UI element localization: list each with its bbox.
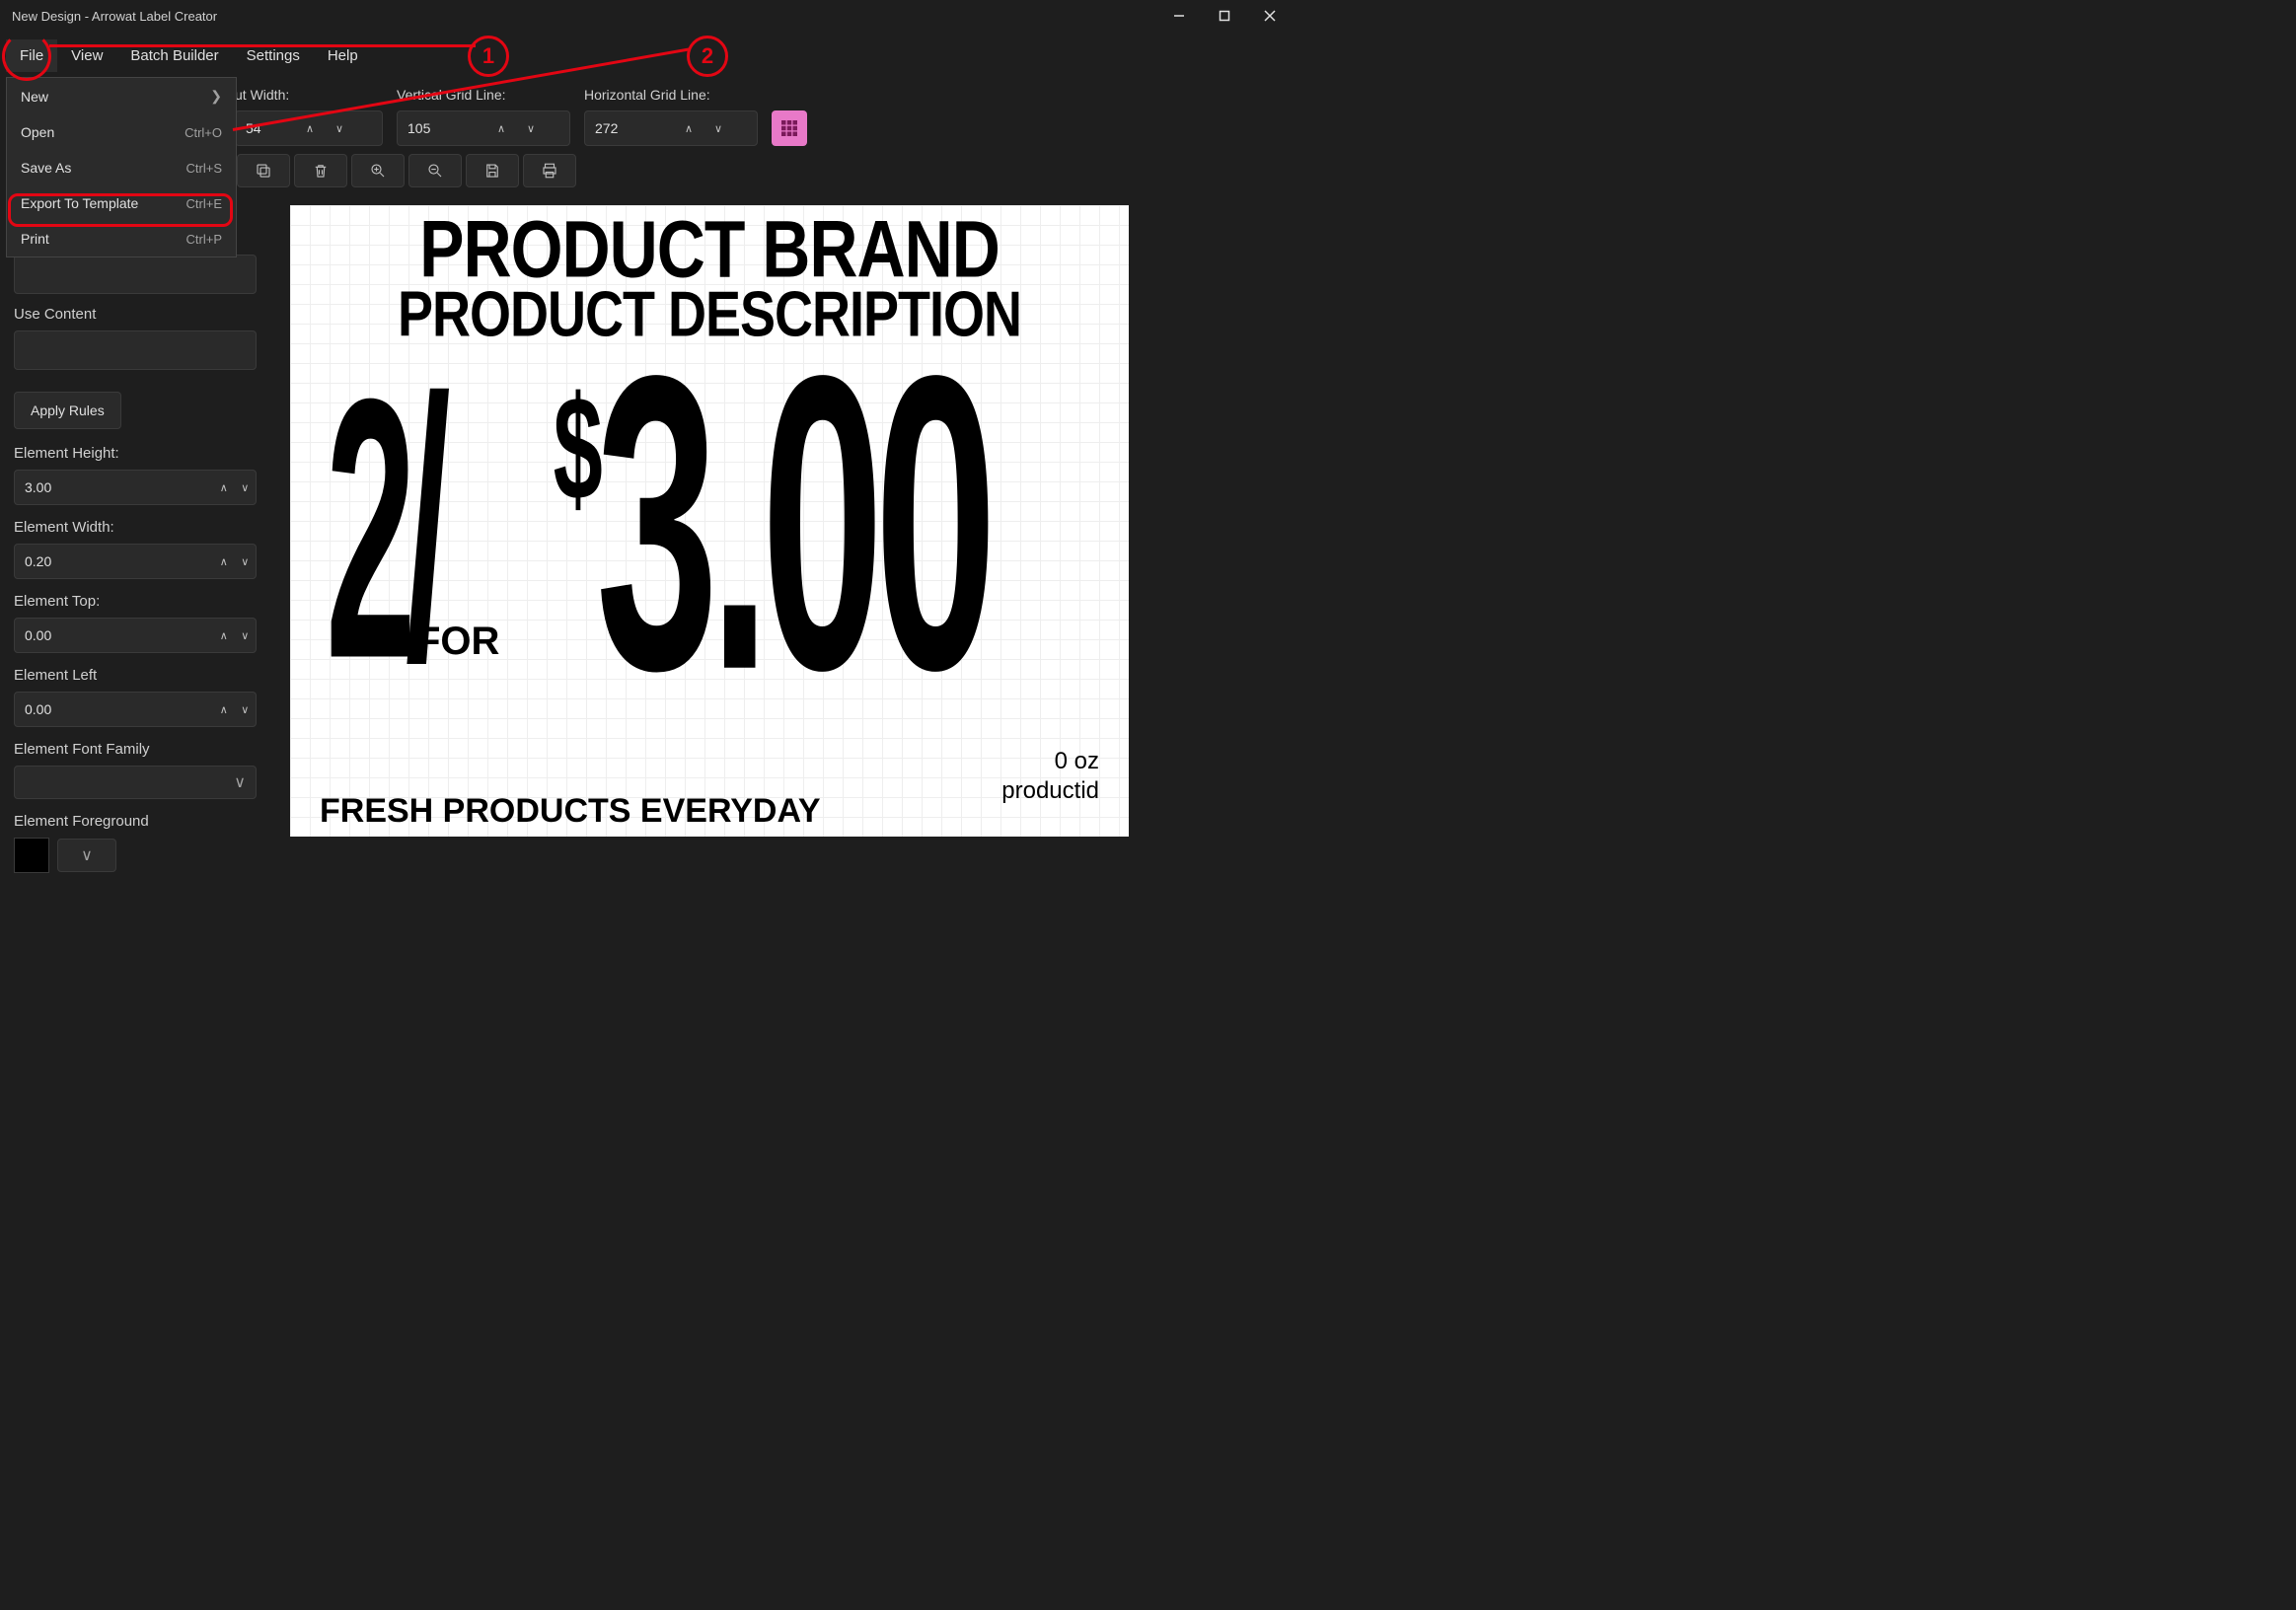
apply-rules-button[interactable]: Apply Rules <box>14 392 121 429</box>
spinner-up-icon[interactable]: ∧ <box>213 693 235 726</box>
element-top-label: Element Top: <box>14 593 257 610</box>
label-price[interactable]: 3.00 <box>596 314 988 733</box>
zoom-in-icon <box>369 162 387 180</box>
menu-settings[interactable]: Settings <box>233 39 314 72</box>
label-size[interactable]: 0 oz <box>1055 748 1099 775</box>
hgrid-input[interactable] <box>585 111 674 145</box>
file-menu-save-as[interactable]: Save As Ctrl+S <box>7 150 236 185</box>
color-dropdown[interactable]: ∨ <box>57 839 116 872</box>
menu-file[interactable]: File <box>6 39 57 72</box>
element-width-input[interactable] <box>15 553 213 569</box>
zoom-out-icon <box>426 162 444 180</box>
menu-label: Open <box>21 124 54 140</box>
label-canvas[interactable]: PRODUCT BRAND PRODUCT DESCRIPTION 2/ FOR… <box>290 205 1129 837</box>
element-height-label: Element Height: <box>14 445 257 462</box>
menubar: File View Batch Builder Settings Help <box>0 32 1293 79</box>
spinner-up-icon[interactable]: ∧ <box>213 619 235 652</box>
element-fg-label: Element Foreground <box>14 813 257 830</box>
file-menu-print[interactable]: Print Ctrl+P <box>7 221 236 256</box>
file-menu-export-template[interactable]: Export To Template Ctrl+E <box>7 185 236 221</box>
element-fg-picker[interactable]: ∨ <box>14 838 257 873</box>
spinner-down-icon[interactable]: ∨ <box>235 619 257 652</box>
use-content-input[interactable] <box>14 330 257 370</box>
vgrid-label: Vertical Grid Line: <box>397 87 570 105</box>
element-font-dropdown[interactable]: ∨ <box>14 766 257 799</box>
spinner-up-icon[interactable]: ∧ <box>486 111 516 145</box>
spinner-down-icon[interactable]: ∨ <box>235 545 257 578</box>
copy-button[interactable] <box>237 154 290 187</box>
save-icon <box>483 162 501 180</box>
main: Use Content Apply Rules Element Height: … <box>0 195 1293 929</box>
submenu-arrow-icon: ❯ <box>210 88 222 105</box>
minimize-button[interactable] <box>1156 0 1202 32</box>
spinner-down-icon[interactable]: ∨ <box>235 471 257 504</box>
element-left-spinner[interactable]: ∧ ∨ <box>14 692 257 727</box>
element-left-label: Element Left <box>14 667 257 684</box>
menu-label: Export To Template <box>21 195 138 211</box>
spinner-down-icon[interactable]: ∨ <box>325 111 354 145</box>
spinner-down-icon[interactable]: ∨ <box>235 693 257 726</box>
print-icon <box>541 162 558 180</box>
element-left-input[interactable] <box>15 701 213 717</box>
element-top-spinner[interactable]: ∧ ∨ <box>14 618 257 653</box>
trash-icon <box>312 162 330 180</box>
element-top-input[interactable] <box>15 627 213 643</box>
color-swatch[interactable] <box>14 838 49 873</box>
shortcut: Ctrl+P <box>186 232 222 247</box>
layout-width-input[interactable] <box>236 111 295 145</box>
print-button[interactable] <box>523 154 576 187</box>
menu-label: Print <box>21 231 49 247</box>
zoom-out-button[interactable] <box>408 154 462 187</box>
close-button[interactable] <box>1247 0 1293 32</box>
spinner-up-icon[interactable]: ∧ <box>674 111 704 145</box>
menu-help[interactable]: Help <box>314 39 372 72</box>
zoom-in-button[interactable] <box>351 154 405 187</box>
element-width-spinner[interactable]: ∧ ∨ <box>14 544 257 579</box>
content-input[interactable] <box>14 255 257 294</box>
titlebar: New Design - Arrowat Label Creator <box>0 0 1293 32</box>
spinner-up-icon[interactable]: ∧ <box>295 111 325 145</box>
label-for[interactable]: FOR <box>416 620 499 664</box>
element-height-input[interactable] <box>15 479 213 495</box>
element-height-spinner[interactable]: ∧ ∨ <box>14 470 257 505</box>
properties-sidebar: Use Content Apply Rules Element Height: … <box>0 195 270 929</box>
delete-button[interactable] <box>294 154 347 187</box>
shortcut: Ctrl+E <box>186 196 222 211</box>
label-productid[interactable]: productid <box>1001 777 1099 805</box>
file-menu-open[interactable]: Open Ctrl+O <box>7 114 236 150</box>
save-button[interactable] <box>466 154 519 187</box>
vgrid-input[interactable] <box>398 111 486 145</box>
spinner-up-icon[interactable]: ∧ <box>213 471 235 504</box>
vgrid-spinner[interactable]: ∧ ∨ <box>397 110 570 146</box>
maximize-button[interactable] <box>1202 0 1247 32</box>
grid-toggle-button[interactable] <box>772 110 807 146</box>
file-menu-new[interactable]: New ❯ <box>7 78 236 114</box>
layout-width-spinner[interactable]: ∧ ∨ <box>235 110 383 146</box>
window-title: New Design - Arrowat Label Creator <box>12 9 217 24</box>
file-menu-dropdown: New ❯ Open Ctrl+O Save As Ctrl+S Export … <box>6 77 237 257</box>
shortcut: Ctrl+S <box>186 161 222 176</box>
element-font-label: Element Font Family <box>14 741 257 758</box>
layout-width-label: ut Width: <box>235 87 383 105</box>
element-width-label: Element Width: <box>14 519 257 536</box>
hgrid-spinner[interactable]: ∧ ∨ <box>584 110 758 146</box>
copy-icon <box>255 162 272 180</box>
use-content-label: Use Content <box>14 306 257 323</box>
shortcut: Ctrl+O <box>185 125 222 140</box>
spinner-down-icon[interactable]: ∨ <box>704 111 733 145</box>
menu-label: New <box>21 89 48 105</box>
hgrid-label: Horizontal Grid Line: <box>584 87 758 105</box>
window-controls <box>1156 0 1293 32</box>
spinner-down-icon[interactable]: ∨ <box>516 111 546 145</box>
label-slogan[interactable]: FRESH PRODUCTS EVERYDAY <box>320 792 821 831</box>
menu-view[interactable]: View <box>57 39 116 72</box>
spinner-up-icon[interactable]: ∧ <box>213 545 235 578</box>
menu-batch-builder[interactable]: Batch Builder <box>116 39 232 72</box>
menu-label: Save As <box>21 160 71 176</box>
canvas-area: PRODUCT BRAND PRODUCT DESCRIPTION 2/ FOR… <box>270 195 1293 929</box>
grid-icon <box>780 119 798 137</box>
